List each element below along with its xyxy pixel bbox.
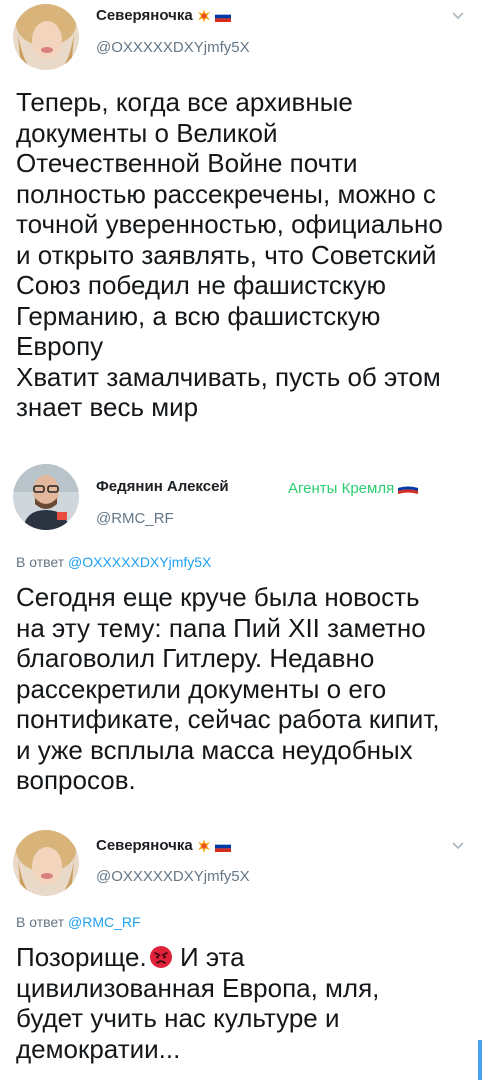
author-name[interactable]: Федянин Алексей: [96, 478, 229, 495]
russian-flag-icon: [215, 840, 232, 852]
russian-flag-icon: [215, 10, 232, 22]
avatar-fedyanin[interactable]: [13, 464, 79, 530]
chevron-down-icon[interactable]: [450, 8, 466, 24]
author-name[interactable]: Северяночка: [96, 837, 232, 854]
reply-handle-link[interactable]: @OXXXXXDXYjmfy5X: [68, 554, 211, 570]
avatar-severyanochka[interactable]: [13, 830, 79, 896]
reply-handle-link[interactable]: @RMC_RF: [68, 914, 141, 930]
reply-context: В ответ @OXXXXXDXYjmfy5X: [16, 554, 212, 570]
author-handle[interactable]: @OXXXXXDXYjmfy5X: [96, 868, 250, 885]
scrollbar[interactable]: [478, 1040, 482, 1080]
author-name[interactable]: Северяночка: [96, 7, 232, 24]
tweet-text: Сегодня еще круче была новость на эту те…: [16, 582, 440, 795]
chevron-down-icon[interactable]: [450, 838, 466, 854]
reply-context: В ответ @RMC_RF: [16, 914, 141, 930]
author-handle[interactable]: @OXXXXXDXYjmfy5X: [96, 39, 250, 56]
explosion-emoji-icon: [197, 9, 210, 24]
avatar-severyanochka[interactable]: [13, 4, 79, 70]
tweet-text: Позорище. И эта цивилизованная Европа, м…: [16, 942, 380, 1064]
explosion-emoji-icon: [197, 839, 210, 854]
agents-kremlin-badge: Агенты Кремля: [288, 480, 419, 497]
angry-face-emoji-icon: [149, 946, 172, 969]
tweet-text: Теперь, когда все архивные документы о В…: [16, 87, 443, 422]
author-handle[interactable]: @RMC_RF: [96, 510, 174, 527]
russian-flag-icon: [398, 482, 419, 494]
